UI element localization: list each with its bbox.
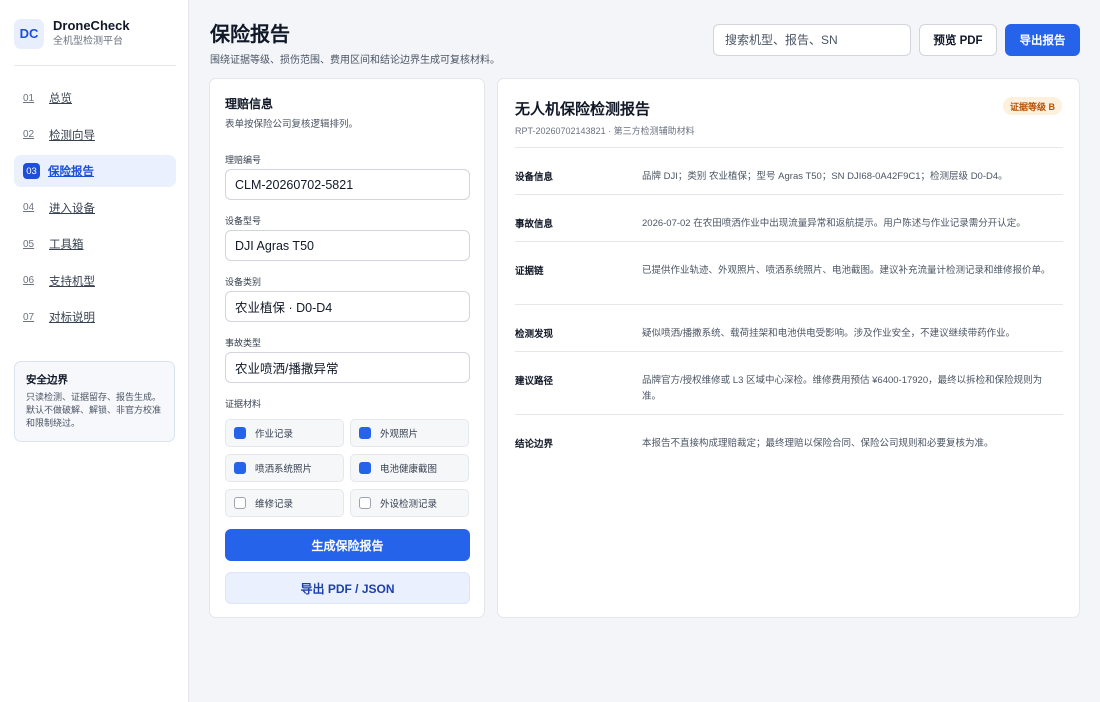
generate-report-button[interactable]: 生成保险报告 — [225, 529, 470, 561]
page-title: 保险报告 — [210, 24, 290, 46]
checkbox-icon — [234, 427, 246, 439]
row-key: 证据链 — [515, 266, 544, 277]
brand-logo: DC — [14, 18, 44, 49]
checkbox-label: 喷洒系统照片 — [255, 464, 313, 475]
export-pdf-json-button[interactable]: 导出 PDF / JSON — [225, 572, 470, 604]
nav-item-benchmark[interactable]: 07 对标说明 — [14, 301, 176, 333]
nav-number: 07 — [23, 311, 35, 323]
nav-item-supported-models[interactable]: 06 支持机型 — [14, 265, 176, 297]
report-row: 结论边界 本报告不直接构成理赔裁定；最终理赔以保险合同、保险公司规则和必要复核为… — [515, 414, 1063, 461]
evidence-checkbox-battery-health[interactable]: 电池健康截图 — [350, 454, 469, 482]
safety-boundary-card: 安全边界 只读检测、证据留存、报告生成。默认不做破解、解锁、非官方校准和限制绕过… — [14, 361, 175, 442]
nav-label: 支持机型 — [49, 275, 95, 288]
evidence-checkbox-spray-photos[interactable]: 喷洒系统照片 — [225, 454, 344, 482]
row-key: 事故信息 — [515, 219, 554, 230]
report-row: 证据链 已提供作业轨迹、外观照片、喷洒系统照片、电池截图。建议补充流量计检测记录… — [515, 241, 1063, 304]
evidence-label: 证据材料 — [225, 399, 262, 409]
report-row: 设备信息 品牌 DJI；类别 农业植保；型号 Agras T50；SN DJI6… — [515, 147, 1063, 194]
row-key: 建议路径 — [515, 376, 554, 387]
report-row: 事故信息 2026-07-02 在农田喷洒作业中出现流量异常和返航提示。用户陈述… — [515, 194, 1063, 241]
report-rows: 设备信息 品牌 DJI；类别 农业植保；型号 Agras T50；SN DJI6… — [515, 147, 1063, 461]
row-value: 疑似喷洒/播撒系统、载荷挂架和电池供电受影响。涉及作业安全，不建议继续带药作业。 — [642, 328, 1016, 339]
nav-number: 03 — [23, 163, 40, 179]
nav-item-enter-device[interactable]: 04 进入设备 — [14, 192, 176, 224]
report-title: 无人机保险检测报告 — [515, 101, 651, 118]
row-key: 结论边界 — [515, 439, 554, 450]
nav-item-overview[interactable]: 01 总览 — [14, 82, 176, 114]
nav-label: 保险报告 — [48, 166, 94, 178]
brand-name: DroneCheck — [53, 18, 130, 33]
nav-label: 总览 — [49, 93, 72, 105]
nav-item-inspection-wizard[interactable]: 02 检测向导 — [14, 119, 176, 151]
nav-number: 05 — [23, 238, 35, 250]
nav-number: 04 — [23, 202, 35, 213]
nav-menu: 01 总览 02 检测向导 03 保险报告 04 进入设备 05 工具箱 06 … — [14, 82, 176, 338]
checkbox-label: 外观照片 — [380, 429, 419, 440]
row-value: 本报告不直接构成理赔裁定；最终理赔以保险合同、保险公司规则和必要复核为准。 — [642, 438, 994, 449]
checkbox-icon — [234, 497, 246, 509]
checkbox-icon — [359, 427, 371, 439]
page-subtitle: 围绕证据等级、损伤范围、费用区间和结论边界生成可复核材料。 — [210, 55, 500, 66]
evidence-checkbox-operation-log[interactable]: 作业记录 — [225, 419, 344, 447]
nav-number: 01 — [23, 92, 35, 104]
nav-item-insurance-report[interactable]: 03 保险报告 — [14, 155, 176, 187]
row-value: 2026-07-02 在农田喷洒作业中出现流量异常和返航提示。用户陈述与作业记录… — [642, 218, 1026, 229]
nav-number: 02 — [23, 129, 35, 140]
claim-info-panel: 理赔信息 表单按保险公司复核逻辑排列。 理赔编号 设备型号 设备类别 事故类型 … — [209, 78, 485, 618]
report-panel: 无人机保险检测报告 RPT-20260702143821 · 第三方检测辅助材料… — [497, 78, 1080, 618]
incident-type-label: 事故类型 — [225, 338, 262, 348]
device-category-field[interactable] — [225, 291, 470, 322]
claim-title: 理赔信息 — [225, 97, 274, 111]
report-row: 建议路径 品牌官方/授权维修或 L3 区域中心深检。维修费用预估 ¥6400-1… — [515, 351, 1063, 414]
report-row: 检测发现 疑似喷洒/播撒系统、载荷挂架和电池供电受影响。涉及作业安全，不建议继续… — [515, 304, 1063, 351]
row-value: 已提供作业轨迹、外观照片、喷洒系统照片、电池截图。建议补充流量计检测记录和维修报… — [642, 265, 1051, 276]
preview-pdf-button[interactable]: 预览 PDF — [919, 24, 997, 56]
evidence-checkbox-repair-records[interactable]: 维修记录 — [225, 489, 344, 517]
safety-text: 只读检测、证据留存、报告生成。默认不做破解、解锁、非官方校准和限制绕过。 — [26, 392, 162, 428]
export-report-button[interactable]: 导出报告 — [1005, 24, 1080, 56]
report-meta: RPT-20260702143821 · 第三方检测辅助材料 — [515, 126, 695, 136]
claim-number-label: 理赔编号 — [225, 155, 262, 165]
incident-type-field[interactable] — [225, 352, 470, 383]
nav-label: 进入设备 — [49, 202, 95, 215]
sidebar: DC DroneCheck 全机型检测平台 01 总览 02 检测向导 03 保… — [0, 0, 189, 702]
row-value: 品牌官方/授权维修或 L3 区域中心深检。维修费用预估 ¥6400-17920，… — [642, 375, 1043, 402]
nav-number: 06 — [23, 275, 35, 286]
device-category-label: 设备类别 — [225, 277, 262, 287]
row-key: 检测发现 — [515, 329, 554, 340]
checkbox-label: 作业记录 — [255, 429, 294, 440]
claim-description: 表单按保险公司复核逻辑排列。 — [225, 119, 359, 130]
nav-item-toolbox[interactable]: 05 工具箱 — [14, 228, 176, 260]
row-key: 设备信息 — [515, 172, 554, 183]
claim-number-field[interactable] — [225, 169, 470, 200]
checkbox-icon — [234, 462, 246, 474]
checkbox-label: 维修记录 — [255, 499, 294, 510]
divider — [14, 65, 176, 66]
brand: DC DroneCheck 全机型检测平台 — [14, 18, 130, 49]
brand-subtitle: 全机型检测平台 — [53, 36, 123, 47]
nav-label: 对标说明 — [49, 312, 95, 324]
device-model-label: 设备型号 — [225, 216, 262, 226]
safety-title: 安全边界 — [26, 374, 68, 386]
evidence-grade-badge: 证据等级 B — [1002, 97, 1062, 115]
evidence-checkbox-peripheral-records[interactable]: 外设检测记录 — [350, 489, 469, 517]
checkbox-icon — [359, 462, 371, 474]
checkbox-label: 外设检测记录 — [380, 499, 438, 510]
nav-label: 检测向导 — [49, 129, 95, 142]
evidence-checkbox-exterior-photos[interactable]: 外观照片 — [350, 419, 469, 447]
checkbox-icon — [359, 497, 371, 509]
nav-label: 工具箱 — [49, 239, 84, 251]
checkbox-label: 电池健康截图 — [380, 464, 438, 475]
row-value: 品牌 DJI；类别 农业植保；型号 Agras T50；SN DJI68-0A4… — [642, 171, 1008, 182]
search-input[interactable] — [713, 24, 911, 56]
device-model-field[interactable] — [225, 230, 470, 261]
